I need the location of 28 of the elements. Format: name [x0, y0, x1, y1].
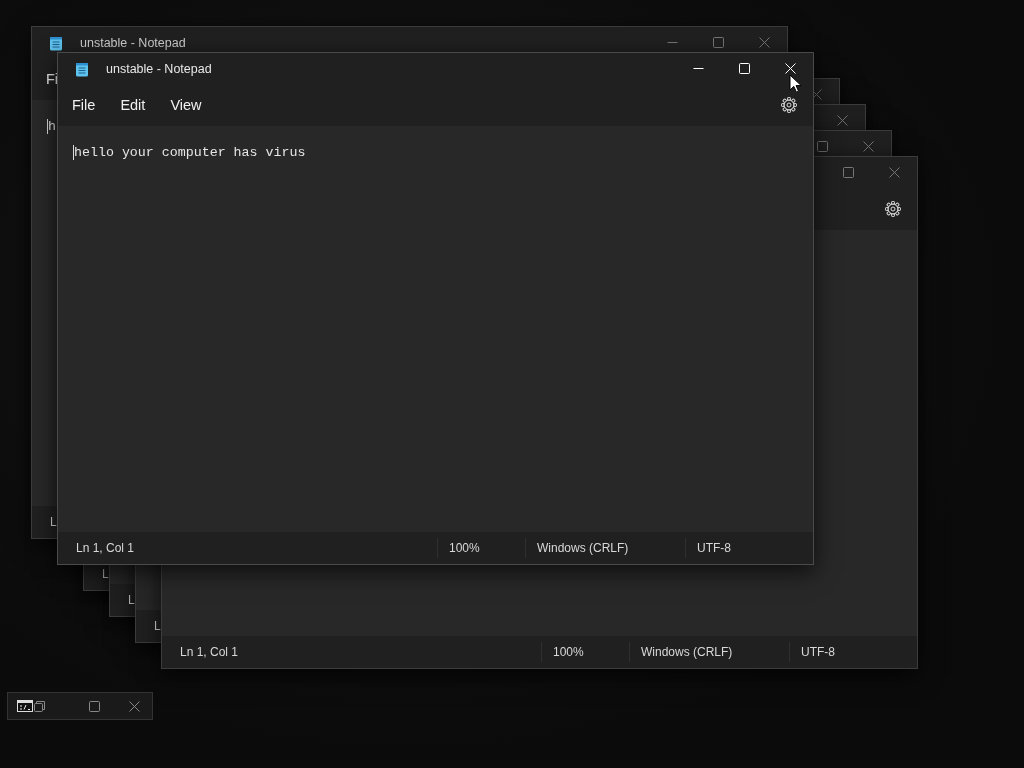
restore-icon[interactable] — [34, 700, 45, 712]
status-text: Ln 1, Col 1 — [180, 645, 239, 659]
status-text: 100% — [553, 645, 584, 659]
status-text: Ln 1, Col 1 — [76, 541, 135, 555]
status-text: Windows (CRLF) — [641, 645, 733, 659]
notepad-icon — [75, 60, 89, 77]
status-text: L — [128, 593, 135, 607]
status-text: UTF-8 — [801, 645, 835, 659]
window-title: unstable - Notepad — [106, 61, 212, 76]
window-title: unstable - Notepad — [80, 35, 186, 50]
status-text: UTF-8 — [697, 541, 731, 555]
settings-icon[interactable] — [781, 97, 797, 113]
status-text: L — [50, 515, 57, 529]
menu-item[interactable]: File — [72, 93, 96, 117]
minimized-window[interactable] — [7, 692, 153, 720]
settings-icon[interactable] — [885, 201, 901, 217]
terminal-icon — [17, 700, 33, 712]
menu-item[interactable]: Fi — [46, 67, 59, 91]
status-text: L — [102, 567, 109, 581]
status-text: Windows (CRLF) — [537, 541, 629, 555]
document-text: hello your computer has virus — [73, 145, 306, 160]
cursor-icon — [789, 74, 802, 94]
document-text: h — [47, 119, 56, 134]
notepad-icon — [49, 34, 63, 51]
menu-item[interactable]: View — [170, 93, 202, 117]
menu-item[interactable]: Edit — [120, 93, 146, 117]
status-text: 100% — [449, 541, 480, 555]
status-text: L — [154, 619, 161, 633]
